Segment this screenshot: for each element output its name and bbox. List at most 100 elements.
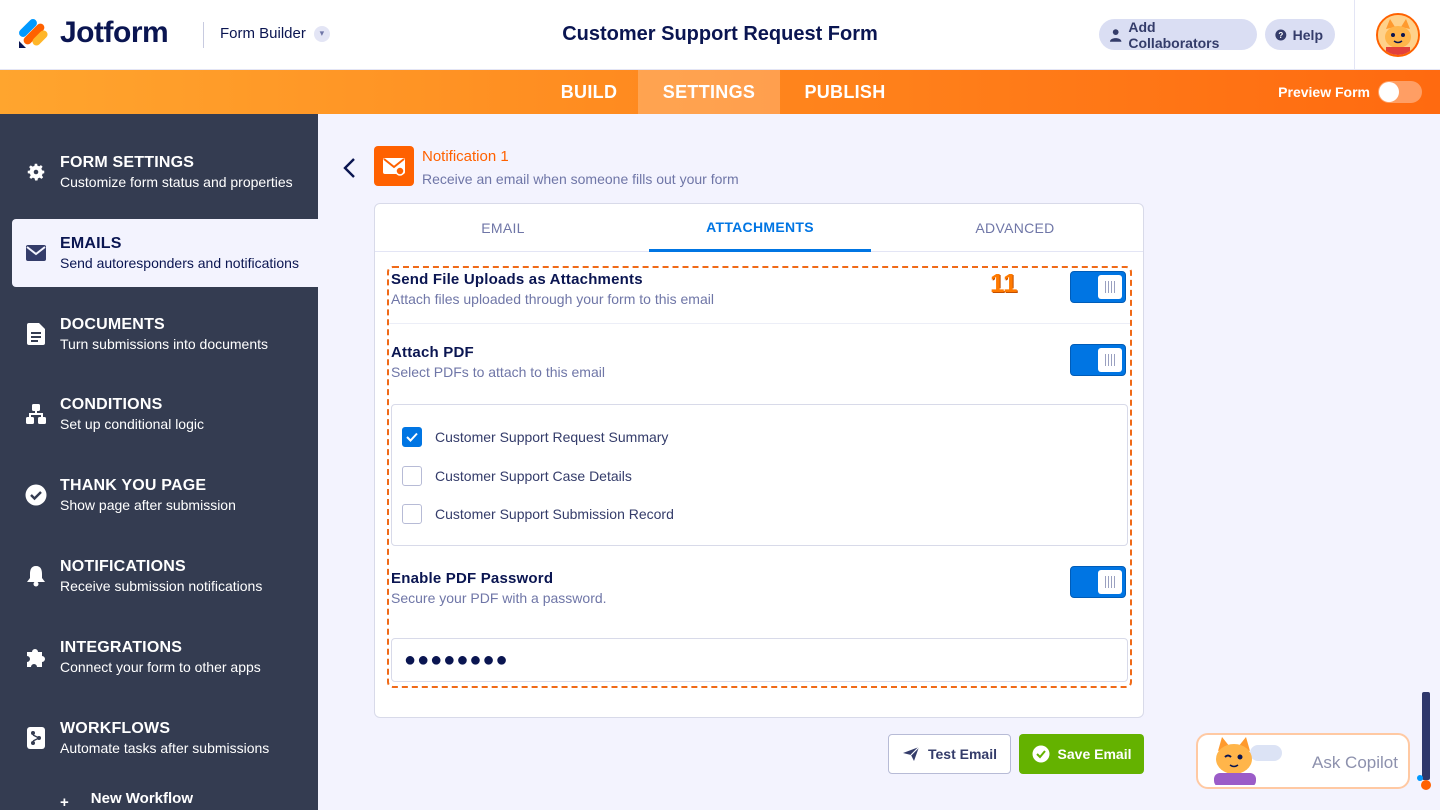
- check-circle-icon: [1032, 745, 1050, 763]
- bell-icon: [24, 564, 48, 588]
- toggle-knob: [1098, 348, 1122, 372]
- tab-settings[interactable]: SETTINGS: [638, 70, 780, 114]
- sidebar-item-title: EMAILS: [60, 235, 122, 252]
- sidebar-item-emails[interactable]: EMAILS Send autoresponders and notificat…: [12, 219, 318, 287]
- pdf-option[interactable]: Customer Support Case Details: [402, 465, 632, 487]
- attach-pdf-title: Attach PDF: [391, 344, 474, 361]
- check-circle-icon: [24, 483, 48, 507]
- sidebar-item-title: FORM SETTINGS: [60, 154, 195, 171]
- step-number-badge: 11: [990, 268, 1018, 298]
- user-icon: [1109, 28, 1122, 42]
- hierarchy-icon: [24, 402, 48, 426]
- sidebar-item-title: NOTIFICATIONS: [60, 558, 186, 575]
- chevron-down-icon: ▾: [313, 25, 330, 42]
- settings-sidebar: FORM SETTINGS Customize form status and …: [0, 114, 318, 810]
- new-workflow-label: New Workflow: [90, 790, 193, 807]
- sidebar-item-form-settings[interactable]: FORM SETTINGS Customize form status and …: [0, 138, 318, 206]
- tab-advanced[interactable]: ADVANCED: [887, 204, 1143, 252]
- jotform-vertical-logo-icon: [1417, 692, 1431, 790]
- pdf-password-input[interactable]: ●●●●●●●●: [391, 638, 1128, 682]
- logo-text: Jotform: [60, 16, 169, 49]
- toggle-knob: [1098, 570, 1122, 594]
- avatar[interactable]: [1376, 13, 1420, 57]
- document-icon: [24, 322, 48, 346]
- pdf-password-toggle[interactable]: [1070, 566, 1126, 598]
- tab-build[interactable]: BUILD: [540, 70, 638, 114]
- copilot-cat-icon: [1214, 737, 1282, 785]
- add-collaborators-label: Add Collaborators: [1128, 18, 1220, 51]
- pdf-password-title: Enable PDF Password: [391, 570, 554, 587]
- pdf-option-label: Customer Support Submission Record: [435, 506, 674, 522]
- preview-form-toggle[interactable]: [1378, 81, 1422, 103]
- envelope-icon: [24, 241, 48, 265]
- sidebar-item-integrations[interactable]: INTEGRATIONS Connect your form to other …: [0, 623, 318, 691]
- header-divider-right: [1354, 0, 1355, 70]
- main-navbar: BUILD SETTINGS PUBLISH Preview Form: [0, 70, 1440, 114]
- sidebar-item-subtitle: Connect your form to other apps: [60, 659, 261, 675]
- notification-title: Notification 1: [422, 148, 509, 165]
- sidebar-item-subtitle: Receive submission notifications: [60, 578, 263, 594]
- ask-copilot-label: Ask Copilot: [1312, 753, 1398, 772]
- paper-plane-icon: [903, 746, 920, 761]
- sidebar-item-subtitle: Send autoresponders and notifications: [60, 255, 299, 271]
- svg-text:?: ?: [1278, 30, 1283, 39]
- attach-pdf-subtitle: Select PDFs to attach to this email: [391, 364, 605, 380]
- new-workflow-link[interactable]: + New Workflow: [60, 790, 193, 810]
- sidebar-item-title: THANK YOU PAGE: [60, 477, 207, 494]
- sidebar-item-title: CONDITIONS: [60, 396, 163, 413]
- sidebar-item-subtitle: Customize form status and properties: [60, 174, 293, 190]
- back-arrow-icon[interactable]: [340, 156, 360, 180]
- sidebar-item-documents[interactable]: DOCUMENTS Turn submissions into document…: [0, 300, 318, 368]
- sidebar-item-conditions[interactable]: CONDITIONS Set up conditional logic: [0, 380, 318, 448]
- pdf-option-label: Customer Support Request Summary: [435, 429, 669, 445]
- sidebar-item-subtitle: Automate tasks after submissions: [60, 740, 270, 756]
- pdf-password-subtitle: Secure your PDF with a password.: [391, 590, 607, 606]
- jotform-logo[interactable]: Jotform: [18, 16, 169, 50]
- sidebar-item-title: WORKFLOWS: [60, 720, 171, 737]
- sidebar-item-title: INTEGRATIONS: [60, 639, 183, 656]
- sidebar-item-subtitle: Set up conditional logic: [60, 416, 204, 432]
- file-uploads-toggle[interactable]: [1070, 271, 1126, 303]
- row-divider: [389, 323, 1130, 324]
- form-builder-dropdown[interactable]: Form Builder ▾: [220, 25, 330, 42]
- sidebar-item-title: DOCUMENTS: [60, 316, 165, 333]
- add-collaborators-button[interactable]: Add Collaborators: [1099, 18, 1257, 51]
- form-builder-label: Form Builder: [220, 25, 306, 42]
- grip-icon: [1105, 354, 1115, 366]
- gear-icon: [24, 160, 48, 184]
- jotform-logo-icon: [19, 19, 48, 48]
- cat-avatar-icon: [1378, 15, 1418, 55]
- test-email-label: Test Email: [928, 746, 997, 762]
- pdf-option[interactable]: Customer Support Submission Record: [402, 503, 674, 525]
- attach-pdf-toggle[interactable]: [1070, 344, 1126, 376]
- toggle-knob: [1098, 275, 1122, 299]
- pdf-option-label: Customer Support Case Details: [435, 468, 632, 484]
- header-divider: [203, 22, 204, 48]
- preview-form: Preview Form: [1278, 81, 1422, 103]
- notification-envelope-icon: [374, 146, 414, 186]
- email-tabs: EMAIL ATTACHMENTS ADVANCED: [375, 204, 1143, 252]
- sidebar-item-subtitle: Turn submissions into documents: [60, 336, 269, 352]
- sidebar-item-thank-you-page[interactable]: THANK YOU PAGE Show page after submissio…: [0, 461, 318, 529]
- test-email-button[interactable]: Test Email: [888, 734, 1011, 774]
- save-email-button[interactable]: Save Email: [1019, 734, 1144, 774]
- puzzle-icon: [24, 645, 48, 669]
- notification-subtitle: Receive an email when someone fills out …: [422, 171, 739, 187]
- checkbox-unchecked[interactable]: [402, 466, 422, 486]
- tab-attachments[interactable]: ATTACHMENTS: [649, 204, 871, 252]
- tab-publish[interactable]: PUBLISH: [780, 70, 910, 114]
- sidebar-item-workflows[interactable]: WORKFLOWS Automate tasks after submissio…: [0, 704, 318, 772]
- grip-icon: [1105, 576, 1115, 588]
- ask-copilot-button[interactable]: Ask Copilot: [1196, 733, 1410, 789]
- plus-icon: +: [60, 794, 69, 810]
- help-button[interactable]: ? Help: [1265, 19, 1335, 50]
- pdf-option[interactable]: Customer Support Request Summary: [402, 426, 668, 448]
- help-icon: ?: [1275, 29, 1287, 40]
- tab-email[interactable]: EMAIL: [375, 204, 631, 252]
- checkbox-unchecked[interactable]: [402, 504, 422, 524]
- form-title: Customer Support Request Form: [562, 23, 878, 45]
- checkmark-icon: [406, 432, 418, 442]
- save-email-label: Save Email: [1057, 746, 1132, 762]
- sidebar-item-notifications[interactable]: NOTIFICATIONS Receive submission notific…: [0, 542, 318, 610]
- checkbox-checked[interactable]: [402, 427, 422, 447]
